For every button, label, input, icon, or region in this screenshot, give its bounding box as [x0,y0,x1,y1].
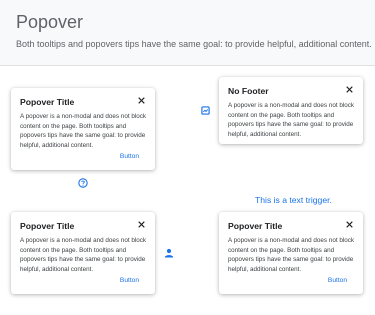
close-icon[interactable] [135,94,147,106]
popover-bottom-left: Popover Title A popover is a non-modal a… [11,212,155,294]
popover-title: Popover Title [20,221,75,231]
text-trigger-link[interactable]: This is a text trigger. [255,195,332,205]
help-circle-icon[interactable] [77,177,89,189]
popover-button[interactable]: Button [120,153,139,160]
close-icon[interactable] [343,83,355,95]
popover-title: No Footer [228,86,269,96]
popover-button[interactable]: Button [120,277,139,284]
popover-top-right: No Footer A popover is a non-modal and d… [219,77,363,144]
close-icon[interactable] [135,218,147,230]
popover-title: Popover Title [20,97,75,107]
popover-body: A popover is a non-modal and does not bl… [20,237,147,273]
popover-button[interactable]: Button [328,277,347,284]
popover-bottom-right: Popover Title A popover is a non-modal a… [219,212,363,294]
page-title: Popover [16,12,84,32]
popover-body: A popover is a non-modal and does not bl… [228,237,355,273]
page-header: Popover Both tooltips and popovers tips … [0,0,375,66]
person-icon[interactable] [162,246,176,260]
close-icon[interactable] [343,218,355,230]
popover-body: A popover is a non-modal and does not bl… [20,113,147,149]
chart-square-icon[interactable] [199,104,211,116]
popover-body: A popover is a non-modal and does not bl… [228,102,355,138]
popover-top-left: Popover Title A popover is a non-modal a… [11,88,155,170]
popover-title: Popover Title [228,221,283,231]
page-subtitle: Both tooltips and popovers tips have the… [16,39,372,49]
